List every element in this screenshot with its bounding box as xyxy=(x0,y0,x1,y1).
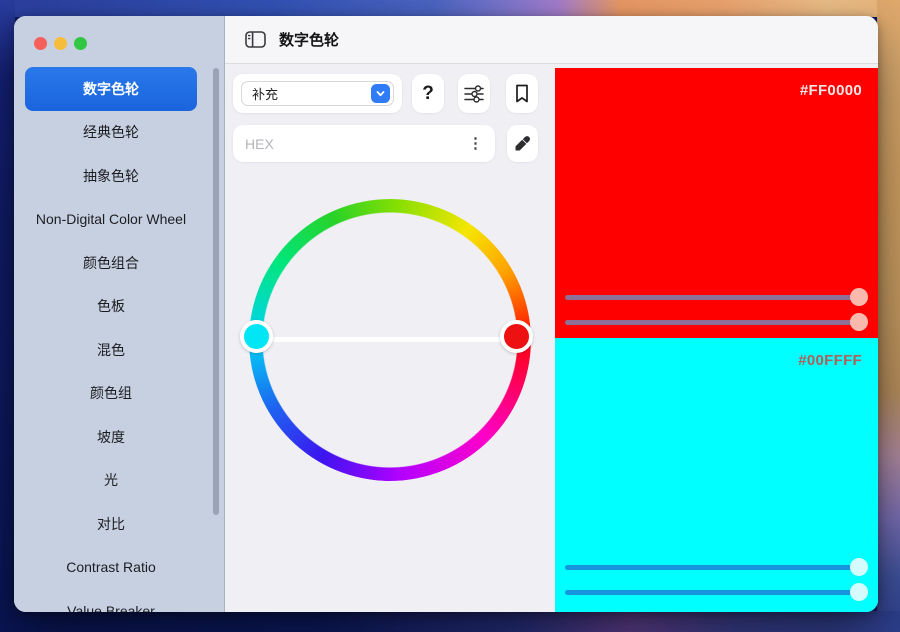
scheme-select-value: 补充 xyxy=(252,84,278,103)
sidebar-item-contrast-ratio[interactable]: Contrast Ratio xyxy=(25,546,197,590)
swatch-cyan-hex-label: #00FFFF xyxy=(798,352,862,369)
app-window: 数字色轮 经典色轮 抽象色轮 Non-Digital Color Wheel 颜… xyxy=(14,16,878,612)
sidebar-item-classic-color-wheel[interactable]: 经典色轮 xyxy=(25,111,197,155)
ellipsis-icon[interactable]: ⋮ xyxy=(468,136,483,151)
sidebar-item-digital-color-wheel[interactable]: 数字色轮 xyxy=(25,67,197,111)
swatch-red-slider-1-track[interactable] xyxy=(565,295,865,300)
scheme-select[interactable]: 补充 xyxy=(241,81,394,106)
eyedropper-icon xyxy=(513,134,532,153)
toolbar-row-2: ⋮ xyxy=(233,125,538,162)
swatch-cyan-slider-1-track[interactable] xyxy=(565,565,865,570)
sidebar-nav: 数字色轮 经典色轮 抽象色轮 Non-Digital Color Wheel 颜… xyxy=(14,67,224,612)
swatch-cyan-slider-2-knob[interactable] xyxy=(850,583,868,601)
sliders-icon xyxy=(463,84,485,104)
desktop-wallpaper-right xyxy=(877,0,900,632)
scheme-select-card: 补充 xyxy=(233,74,402,113)
swatch-red-slider-1 xyxy=(565,288,868,306)
swatch-red-slider-2-track[interactable] xyxy=(565,320,865,325)
desktop-wallpaper-bottom xyxy=(0,611,900,632)
sidebar-toggle-icon[interactable] xyxy=(245,31,266,48)
sidebar-item-non-digital-color-wheel[interactable]: Non-Digital Color Wheel xyxy=(25,198,197,242)
swatch-red-slider-2 xyxy=(565,313,868,331)
swatch-red-hex-label: #FF0000 xyxy=(800,82,862,99)
traffic-lights xyxy=(34,37,87,50)
wheel-connector-line xyxy=(260,337,520,342)
swatch-red[interactable]: #FF0000 xyxy=(555,68,878,338)
settings-sliders-button[interactable] xyxy=(458,74,490,113)
swatch-pane: #FF0000 #00FFFF xyxy=(555,64,878,612)
swatch-red-slider-2-knob[interactable] xyxy=(850,313,868,331)
chevron-down-icon xyxy=(371,84,390,103)
toolbar-row-1: 补充 ? xyxy=(233,74,538,113)
wheel-handle-red[interactable] xyxy=(500,320,533,353)
swatch-cyan-slider-1 xyxy=(565,558,868,576)
sidebar-item-color-group[interactable]: 颜色组 xyxy=(25,372,197,416)
minimize-button[interactable] xyxy=(54,37,67,50)
bookmark-button[interactable] xyxy=(506,74,538,113)
close-button[interactable] xyxy=(34,37,47,50)
sidebar-item-color-combinations[interactable]: 颜色组合 xyxy=(25,241,197,285)
sidebar-item-gradient[interactable]: 坡度 xyxy=(25,415,197,459)
help-button[interactable]: ? xyxy=(412,74,444,113)
desktop-wallpaper-left xyxy=(0,0,15,632)
wheel-handle-cyan[interactable] xyxy=(240,320,273,353)
hex-input-card: ⋮ xyxy=(233,125,495,162)
wheel-pane: 补充 ? xyxy=(225,64,555,612)
swatch-cyan-slider-2 xyxy=(565,583,868,601)
title-bar: 数字色轮 xyxy=(225,16,878,64)
sidebar: 数字色轮 经典色轮 抽象色轮 Non-Digital Color Wheel 颜… xyxy=(14,16,225,612)
swatch-cyan-slider-2-track[interactable] xyxy=(565,590,865,595)
sidebar-item-light[interactable]: 光 xyxy=(25,459,197,503)
sidebar-item-palette[interactable]: 色板 xyxy=(25,285,197,329)
help-label: ? xyxy=(422,83,434,105)
sidebar-item-contrast[interactable]: 对比 xyxy=(25,502,197,546)
desktop-wallpaper-top xyxy=(0,0,900,17)
sidebar-item-abstract-color-wheel[interactable]: 抽象色轮 xyxy=(25,154,197,198)
swatch-cyan-slider-1-knob[interactable] xyxy=(850,558,868,576)
sidebar-item-mix-color[interactable]: 混色 xyxy=(25,328,197,372)
page-title: 数字色轮 xyxy=(279,29,339,50)
sidebar-scrollbar[interactable] xyxy=(213,68,219,515)
sidebar-item-value-breaker[interactable]: Value Breaker xyxy=(25,589,197,612)
zoom-button[interactable] xyxy=(74,37,87,50)
swatch-cyan[interactable]: #00FFFF xyxy=(555,338,878,612)
eyedropper-button[interactable] xyxy=(507,125,538,162)
bookmark-icon xyxy=(514,84,530,103)
hex-input[interactable] xyxy=(245,136,468,152)
swatch-red-slider-1-knob[interactable] xyxy=(850,288,868,306)
content-area: 补充 ? xyxy=(225,64,878,612)
main-area: 数字色轮 补充 xyxy=(225,16,878,612)
